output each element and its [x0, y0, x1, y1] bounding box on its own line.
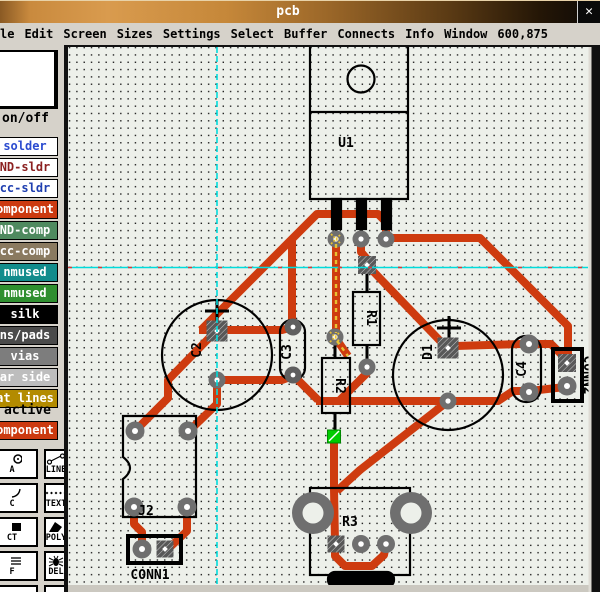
tool-rect-label: CT — [7, 534, 17, 543]
label-U1: U1 — [338, 136, 354, 151]
arc-icon — [2, 487, 22, 499]
layer-vcc-sldr[interactable]: cc-sldr — [0, 179, 58, 198]
tool-arc[interactable]: C — [0, 483, 38, 513]
label-R2: R2 — [332, 378, 347, 394]
rect-icon — [2, 521, 22, 533]
layer-far-side[interactable]: ar side — [0, 368, 58, 387]
canvas-bottom-strip — [68, 585, 589, 592]
label-C3: C3 — [280, 344, 295, 360]
tool-arc-label: C — [9, 500, 14, 509]
del-icon — [46, 555, 66, 567]
close-icon[interactable]: ✕ — [577, 1, 600, 24]
layer-pins-pads[interactable]: ns/pads — [0, 326, 58, 345]
poly-icon — [46, 521, 66, 533]
tool-buffer-label: F — [9, 568, 14, 577]
window-title: pcb — [0, 4, 576, 19]
layer-solder[interactable]: solder — [0, 137, 58, 156]
tool-poly[interactable]: POLY — [44, 517, 67, 547]
canvas-right-ridge — [589, 47, 592, 592]
label-R1: R1 — [363, 310, 378, 326]
tool-line-label: LINE — [46, 466, 66, 475]
layer-silk[interactable]: silk — [0, 305, 58, 324]
sidebar: on/off solder ND-sldr cc-sldr omponent N… — [0, 45, 67, 592]
buf-icon — [2, 555, 22, 567]
menu-info[interactable]: Info — [405, 27, 434, 41]
label-CONN1: CONN1 — [130, 568, 169, 583]
pcb-canvas[interactable]: U1 R1 R2 R3 C2 C3 C4 D1 CONN1 CONN2 J2 — [66, 45, 600, 592]
onoff-heading: on/off — [2, 111, 49, 126]
label-R3: R3 — [342, 515, 358, 530]
active-layer-indicator[interactable]: omponent — [0, 421, 58, 440]
tool-text-label: TEXT — [46, 500, 66, 509]
tool-thermal[interactable] — [44, 585, 67, 592]
layer-vcc-comp[interactable]: cc-comp — [0, 242, 58, 261]
tool-poly-label: POLY — [46, 534, 66, 543]
tool-text[interactable]: TEXT — [44, 483, 67, 513]
menu-buffer[interactable]: Buffer — [284, 27, 327, 41]
line-icon — [46, 453, 66, 465]
tool-buffer[interactable]: F — [0, 551, 38, 581]
label-J2: J2 — [138, 504, 154, 519]
tool-line[interactable]: LINE — [44, 449, 67, 479]
layer-unused-1[interactable]: nmused — [0, 263, 58, 282]
label-C4: C4 — [515, 361, 530, 377]
tool-delete[interactable]: DEL — [44, 551, 67, 581]
tool-via-label: A — [9, 466, 14, 475]
title-bar[interactable]: pcb ✕ — [0, 0, 600, 23]
menu-sizes[interactable]: Sizes — [117, 27, 153, 41]
layer-component[interactable]: omponent — [0, 200, 58, 219]
tool-palette: A LINE C TEXT — [0, 449, 67, 592]
menu-connects[interactable]: Connects — [337, 27, 395, 41]
menu-edit[interactable]: Edit — [24, 27, 53, 41]
menu-screen[interactable]: Screen — [63, 27, 106, 41]
menu-file[interactable]: le — [0, 27, 14, 41]
pcb-canvas-area[interactable]: U1 R1 R2 R3 C2 C3 C4 D1 CONN1 CONN2 J2 — [66, 45, 600, 592]
layer-button-list: solder ND-sldr cc-sldr omponent ND-comp … — [0, 137, 62, 410]
layer-vias[interactable]: vias — [0, 347, 58, 366]
menu-select[interactable]: Select — [231, 27, 274, 41]
tool-delete-label: DEL — [48, 568, 63, 577]
via-icon — [2, 453, 22, 465]
board-preview-thumbnail[interactable] — [0, 50, 58, 109]
menu-bar: le Edit Screen Sizes Settings Select Buf… — [0, 23, 600, 45]
active-heading: active — [4, 403, 51, 418]
tool-rect[interactable]: CT — [0, 517, 38, 547]
pcb-app-window: pcb ✕ le Edit Screen Sizes Settings Sele… — [0, 0, 600, 592]
tool-via[interactable]: A — [0, 449, 38, 479]
label-C2: C2 — [190, 342, 205, 358]
label-D1: D1 — [421, 344, 436, 360]
menu-window[interactable]: Window — [444, 27, 487, 41]
tool-partial[interactable] — [0, 585, 38, 592]
menu-settings[interactable]: Settings — [163, 27, 221, 41]
layer-unused-2[interactable]: nmused — [0, 284, 58, 303]
layer-gnd-sldr[interactable]: ND-sldr — [0, 158, 58, 177]
layer-gnd-comp[interactable]: ND-comp — [0, 221, 58, 240]
cursor-coords-readout: 600,875 — [497, 27, 548, 41]
text-icon — [45, 487, 67, 499]
